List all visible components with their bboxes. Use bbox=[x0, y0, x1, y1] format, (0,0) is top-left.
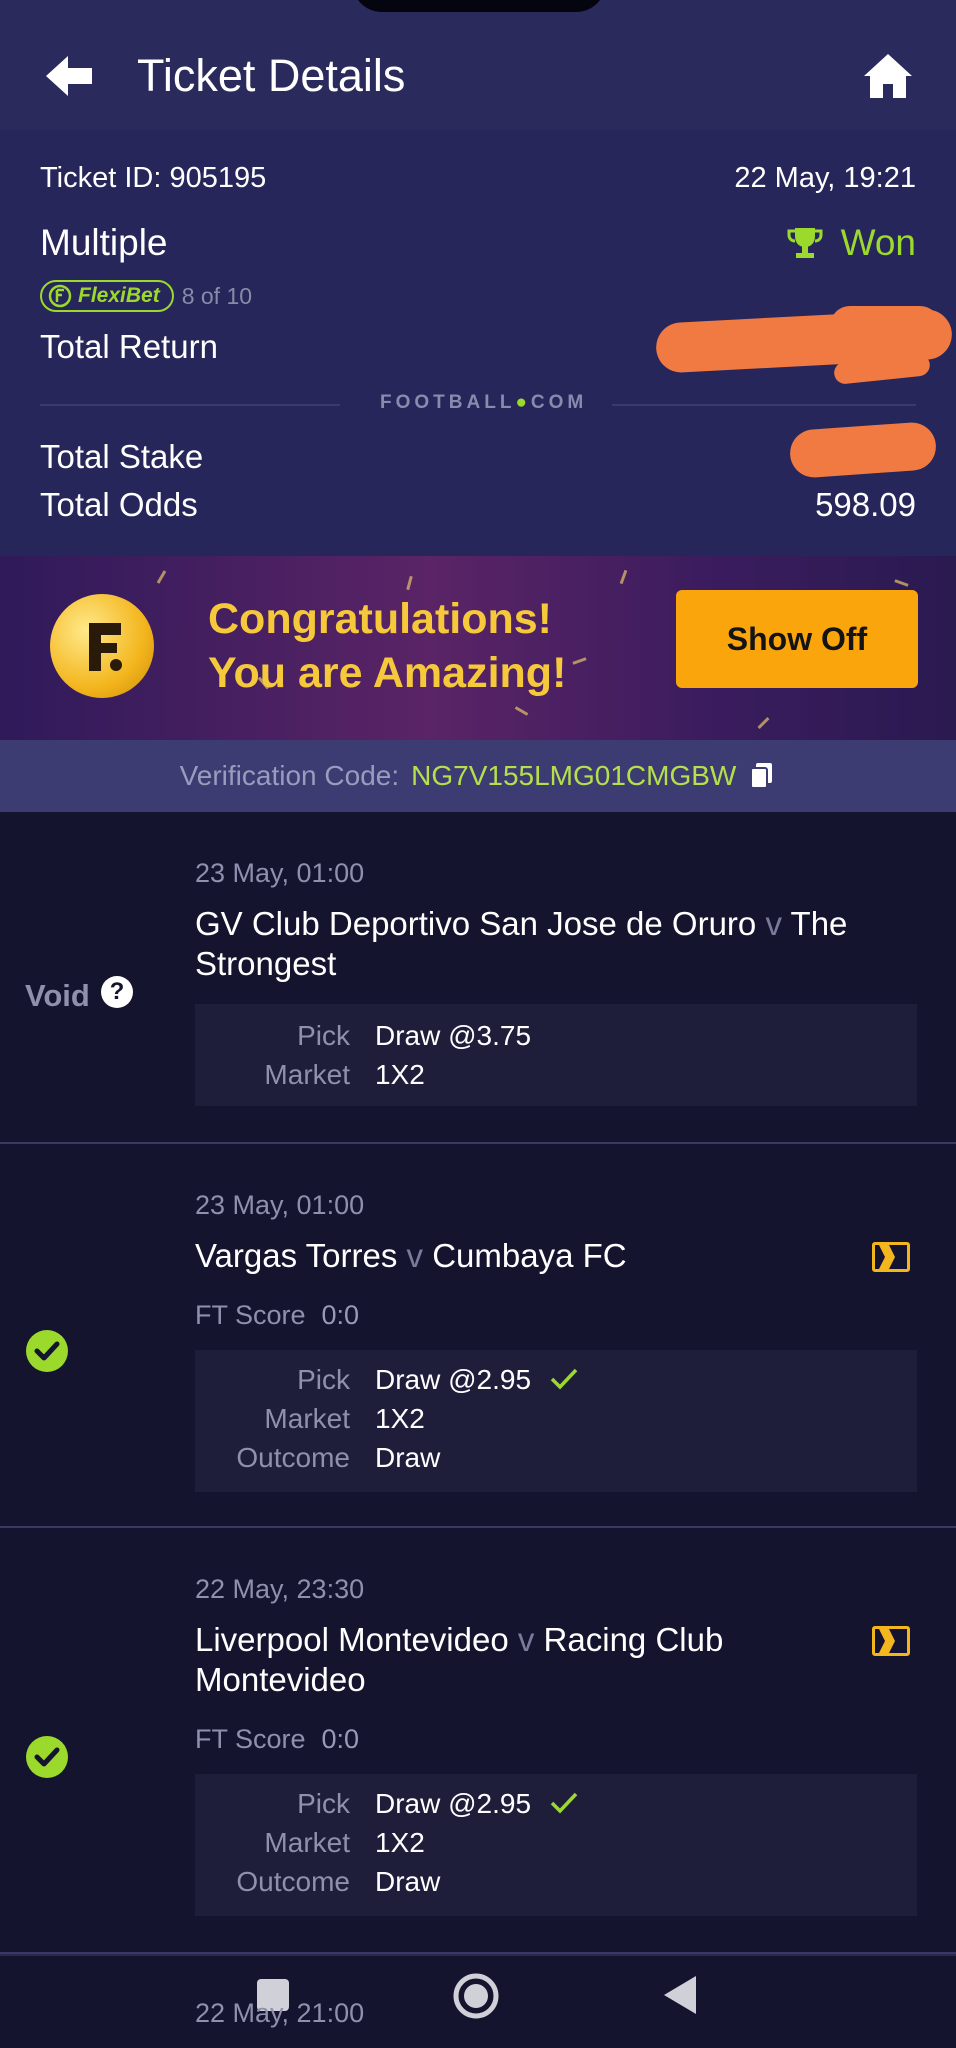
pick-details: Pick Draw @2.95 Market 1X2 Outcome Draw bbox=[195, 1774, 917, 1916]
back-nav-icon[interactable] bbox=[662, 1974, 698, 2016]
total-odds-label: Total Odds bbox=[40, 486, 198, 523]
won-check-icon bbox=[26, 1736, 68, 1778]
football-coin-icon bbox=[50, 594, 154, 698]
ft-score: FT Score 0:0 bbox=[195, 1724, 360, 1754]
ticket-type: Multiple bbox=[40, 222, 168, 263]
ticket-date: 22 May, 19:21 bbox=[734, 162, 916, 194]
total-odds-value: 598.09 bbox=[815, 486, 916, 523]
void-status: Void bbox=[25, 978, 90, 1013]
pick-details: Pick Draw @2.95 Market 1X2 Outcome Draw bbox=[195, 1350, 917, 1492]
flexibet-badge: FlexiBet bbox=[40, 280, 174, 312]
match-teams: Vargas Torres v Cumbaya FC bbox=[195, 1237, 627, 1274]
match-date: 23 May, 01:00 bbox=[195, 858, 365, 888]
flexibet-logo-icon bbox=[48, 284, 72, 308]
help-icon[interactable]: ? bbox=[101, 976, 133, 1008]
home-nav-icon[interactable] bbox=[452, 1972, 500, 2020]
redaction-mark bbox=[788, 420, 938, 480]
total-stake-label: Total Stake bbox=[40, 438, 204, 475]
page-title: Ticket Details bbox=[137, 50, 406, 101]
redaction-mark bbox=[830, 306, 940, 346]
camera-notch bbox=[352, 0, 606, 12]
match-date: 22 May, 23:30 bbox=[195, 1574, 365, 1604]
match-teams: Liverpool Montevideo v Racing Club Monte… bbox=[195, 1621, 724, 1698]
ticket-summary: Ticket ID: 905195 22 May, 19:21 Multiple… bbox=[0, 130, 956, 556]
home-icon bbox=[864, 54, 912, 98]
live-stream-icon[interactable] bbox=[872, 1242, 910, 1272]
sparkle-decoration bbox=[757, 716, 770, 730]
sparkle-decoration bbox=[514, 706, 529, 716]
trophy-icon bbox=[787, 228, 823, 258]
pick-check-icon bbox=[550, 1368, 578, 1390]
match-date: 23 May, 01:00 bbox=[195, 1190, 365, 1220]
sparkle-decoration bbox=[894, 579, 909, 587]
ft-score: FT Score 0:0 bbox=[195, 1300, 360, 1330]
sparkle-decoration bbox=[572, 657, 587, 665]
sparkle-decoration bbox=[156, 570, 167, 584]
sparkle-decoration bbox=[619, 569, 628, 585]
system-nav-bar bbox=[0, 1954, 956, 2048]
match-teams: GV Club Deportivo San Jose de Oruro v Th… bbox=[195, 905, 848, 982]
divider-left bbox=[40, 404, 340, 406]
show-off-button[interactable]: Show Off bbox=[676, 590, 918, 688]
home-button[interactable] bbox=[860, 48, 916, 104]
congrats-message: Congratulations! You are Amazing! bbox=[208, 595, 567, 697]
status-label: Won bbox=[840, 222, 916, 263]
pick-check-icon bbox=[550, 1792, 578, 1814]
congrats-banner: Congratulations! You are Amazing! Show O… bbox=[0, 556, 956, 740]
divider-right bbox=[612, 404, 916, 406]
verification-label: Verification Code: bbox=[179, 760, 400, 791]
ticket-id: Ticket ID: 905195 bbox=[40, 162, 267, 194]
verification-bar: Verification Code: NG7V155LMG01CMGBW bbox=[0, 740, 956, 812]
ticket-status: Won bbox=[787, 222, 916, 264]
flexibet-row: FlexiBet 8 of 10 bbox=[40, 280, 252, 312]
match-card[interactable]: 23 May, 01:00 Vargas Torres v Cumbaya FC… bbox=[0, 1144, 956, 1528]
pick-details: Pick Draw @3.75 Market 1X2 bbox=[195, 1004, 917, 1106]
match-date: 22 May, 21:00 bbox=[195, 1998, 365, 2028]
arrow-left-icon bbox=[46, 56, 92, 96]
flexibet-count: 8 of 10 bbox=[181, 282, 253, 309]
back-button[interactable] bbox=[40, 46, 100, 106]
live-stream-icon[interactable] bbox=[872, 1626, 910, 1656]
verification-code: NG7V155LMG01CMGBW bbox=[411, 760, 737, 791]
sparkle-decoration bbox=[406, 575, 413, 591]
copy-icon[interactable] bbox=[748, 761, 776, 791]
total-return-label: Total Return bbox=[40, 328, 218, 365]
flexibet-label: FlexiBet bbox=[78, 284, 160, 307]
top-app-bar: Ticket Details bbox=[0, 0, 956, 130]
won-check-icon bbox=[26, 1330, 68, 1372]
match-card[interactable]: 23 May, 01:00 GV Club Deportivo San Jose… bbox=[0, 812, 956, 1144]
match-card[interactable]: 22 May, 23:30 Liverpool Montevideo v Rac… bbox=[0, 1528, 956, 1954]
brand-watermark: FOOTBALL●COM bbox=[380, 392, 588, 413]
